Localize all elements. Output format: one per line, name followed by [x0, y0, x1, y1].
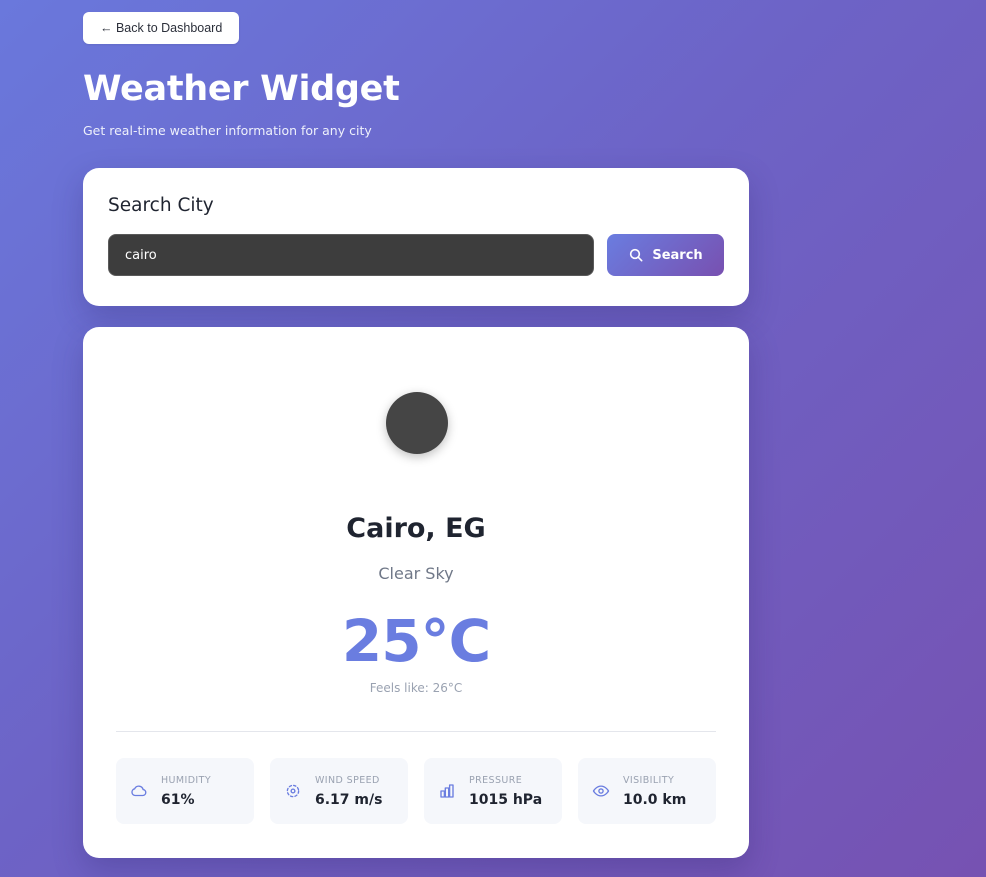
search-button-label: Search [652, 247, 703, 263]
stat-pressure: PRESSURE 1015 hPa [424, 758, 562, 824]
wind-icon [284, 782, 302, 800]
stat-value: 1015 hPa [469, 791, 543, 808]
search-button[interactable]: Search [607, 234, 724, 276]
search-icon [628, 247, 644, 263]
search-row: Search [108, 234, 724, 276]
weather-icon [386, 392, 448, 454]
feels-like: Feels like: 26°C [369, 681, 463, 695]
stat-wind-speed: WIND SPEED 6.17 m/s [270, 758, 408, 824]
city-name: Cairo, EG [346, 513, 486, 544]
stat-label: VISIBILITY [623, 774, 675, 786]
stat-humidity: HUMIDITY 61% [116, 758, 254, 824]
search-card: Search City Search [83, 168, 749, 306]
stat-visibility: VISIBILITY 10.0 km [578, 758, 716, 824]
divider [116, 731, 716, 732]
weather-stats: HUMIDITY 61% WIND SPEED 6.17 m/s PRESSUR… [116, 758, 716, 824]
stat-label: PRESSURE [469, 774, 523, 786]
bar-chart-icon [438, 782, 456, 800]
city-search-input[interactable] [108, 234, 594, 276]
weather-condition: Clear Sky [378, 564, 454, 583]
page-container: ← Back to Dashboard Weather Widget Get r… [83, 12, 749, 858]
page-subtitle: Get real-time weather information for an… [83, 123, 372, 138]
temperature: 25°C [341, 607, 491, 675]
back-to-dashboard-button[interactable]: ← Back to Dashboard [83, 12, 240, 44]
cloud-icon [130, 782, 148, 800]
stat-value: 61% [161, 791, 195, 808]
stat-value: 6.17 m/s [315, 791, 383, 808]
eye-icon [592, 782, 610, 800]
stat-label: WIND SPEED [315, 774, 380, 786]
weather-card: Cairo, EG Clear Sky 25°C Feels like: 26°… [83, 327, 749, 858]
page-title: Weather Widget [83, 69, 400, 109]
stat-label: HUMIDITY [161, 774, 212, 786]
stat-value: 10.0 km [623, 791, 687, 808]
search-card-title: Search City [108, 195, 214, 216]
